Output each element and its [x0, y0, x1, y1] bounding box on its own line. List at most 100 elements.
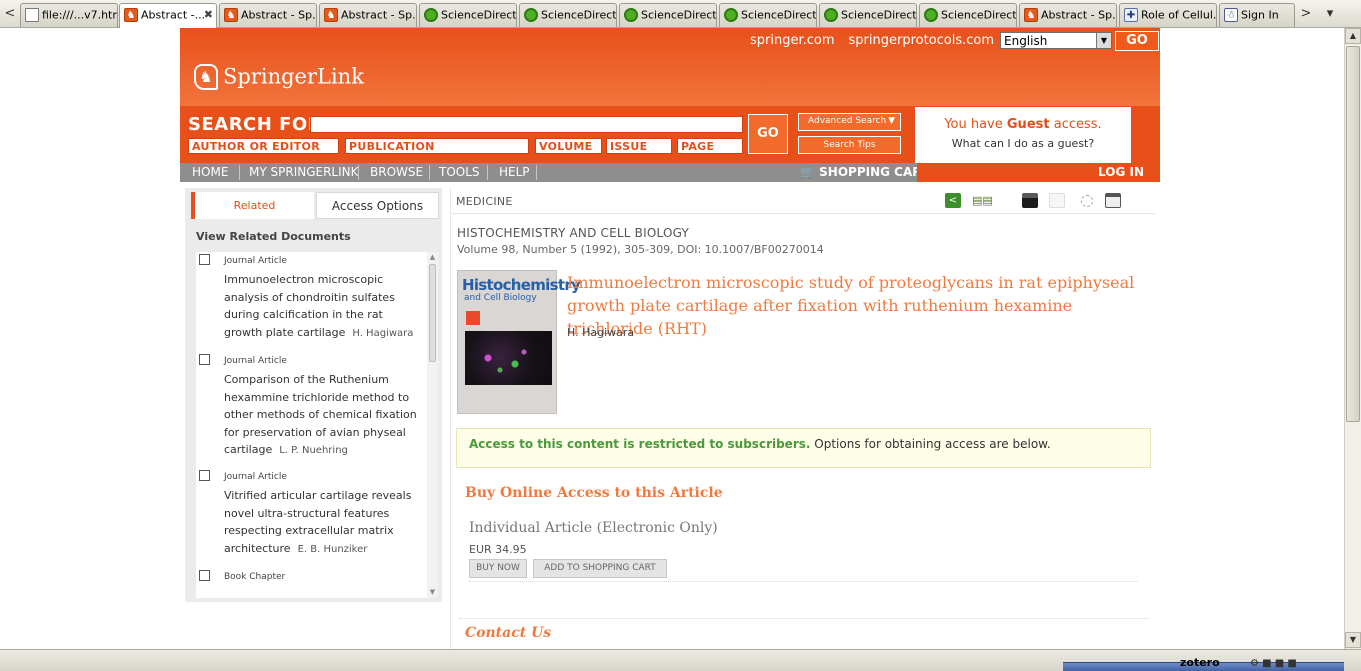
publication-field[interactable]: PUBLICATION	[345, 138, 529, 154]
tab-label: ScienceDirect...	[541, 8, 617, 22]
article-author-link[interactable]: H. Hagiwara	[567, 326, 634, 339]
scroll-up-icon[interactable]: ▲	[427, 252, 438, 263]
browser-tab-5[interactable]: ScienceDirect...	[419, 3, 517, 27]
login-button[interactable]: LOG IN	[917, 163, 1160, 182]
scroll-down-icon[interactable]: ▼	[427, 587, 438, 598]
close-tab-icon[interactable]: ✖	[204, 8, 213, 21]
section-label[interactable]: MEDICINE	[456, 195, 513, 208]
related-item-author: E. B. Hunziker	[297, 543, 368, 555]
tab-scroll-right-button[interactable]: >	[1298, 3, 1314, 25]
related-item-type: Journal Article	[224, 472, 287, 482]
springerprotocols-link[interactable]: springerprotocols.com	[849, 33, 995, 48]
tab-label: ScienceDirect...	[841, 8, 917, 22]
buy-access-heading: Buy Online Access to this Article	[465, 485, 723, 501]
related-item-type: Journal Article	[224, 256, 287, 266]
nav-divider	[487, 165, 488, 180]
related-item-link[interactable]: Immunoelectron microscopic analysis of c…	[224, 271, 420, 342]
export-citation-icon[interactable]: ▤▤	[972, 193, 1000, 208]
nav-divider	[429, 165, 430, 180]
page-field[interactable]: PAGE	[677, 138, 743, 154]
shopping-cart-link[interactable]: 🛒 SHOPPING CART	[800, 163, 929, 182]
search-tips-button[interactable]: Search Tips	[798, 136, 901, 154]
browser-tab-1[interactable]: file:///...v7.htm	[20, 3, 118, 27]
article-title: Immunoelectron microscopic study of prot…	[567, 273, 1135, 338]
contact-us-heading[interactable]: Contact Us	[465, 625, 551, 641]
chevron-down-icon: ▼	[1096, 33, 1111, 48]
tab-access-options[interactable]: Access Options	[316, 192, 439, 219]
nav-home[interactable]: HOME	[192, 163, 228, 182]
browser-tab-13[interactable]: ☃ Sign In	[1219, 3, 1295, 27]
browser-tab-10[interactable]: ScienceDirect...	[919, 3, 1017, 27]
nav-my-springerlink[interactable]: MY SPRINGERLINK	[249, 163, 359, 182]
language-select[interactable]: English ▼	[1000, 32, 1112, 49]
guest-access-box: You have Guest access. What can I do as …	[915, 107, 1131, 163]
cart-icon: 🛒	[800, 165, 815, 179]
advanced-search-button[interactable]: Advanced Search ▼	[798, 113, 901, 131]
browser-tab-12[interactable]: ✚ Role of Cellul...	[1119, 3, 1217, 27]
add-icon[interactable]	[1081, 195, 1093, 207]
search-input[interactable]	[310, 116, 743, 133]
scroll-thumb[interactable]	[1346, 46, 1360, 422]
language-go-button[interactable]: GO	[1115, 31, 1159, 51]
browser-tab-3[interactable]: ♞ Abstract - Sp...	[219, 3, 317, 27]
related-item-title: Comparison of the Ruthenium hexammine tr…	[224, 373, 417, 456]
related-item-checkbox[interactable]	[199, 470, 210, 481]
advanced-search-label: Advanced Search	[808, 116, 887, 126]
related-item-checkbox[interactable]	[199, 570, 210, 581]
springer-com-link[interactable]: springer.com	[750, 33, 835, 48]
browser-tab-11[interactable]: ♞ Abstract - Sp...	[1019, 3, 1117, 27]
nav-tools[interactable]: TOOLS	[439, 163, 480, 182]
tab-related[interactable]: Related	[191, 192, 314, 219]
related-item-checkbox[interactable]	[199, 354, 210, 365]
buy-now-button[interactable]: BUY NOW	[469, 559, 527, 578]
related-item-type: Journal Article	[224, 356, 287, 366]
tab-list-button[interactable]: ▾	[1322, 3, 1338, 25]
browser-tab-7[interactable]: ScienceDirect...	[619, 3, 717, 27]
sciencedirect-icon	[924, 8, 938, 22]
volume-field[interactable]: VOLUME	[535, 138, 602, 154]
related-item-checkbox[interactable]	[199, 254, 210, 265]
print-icon[interactable]	[1105, 193, 1121, 208]
journal-cover-image[interactable]: Histochemistry and Cell Biology	[457, 270, 581, 414]
sciencedirect-icon	[624, 8, 638, 22]
journal-name-link[interactable]: HISTOCHEMISTRY AND CELL BIOLOGY	[457, 226, 689, 240]
scroll-up-icon[interactable]: ▲	[1345, 28, 1361, 44]
springer-icon: ♞	[124, 8, 138, 22]
nav-help[interactable]: HELP	[499, 163, 530, 182]
window-scrollbar[interactable]: ▲ ▼	[1344, 28, 1361, 649]
access-options-text: Options for obtaining access are below.	[810, 437, 1051, 451]
scroll-down-icon[interactable]: ▼	[1345, 632, 1361, 648]
search-go-button[interactable]: GO	[748, 114, 788, 154]
browser-tab-6[interactable]: ScienceDirect...	[519, 3, 617, 27]
browser-tab-9[interactable]: ScienceDirect...	[819, 3, 917, 27]
related-list-scrollbar[interactable]: ▲ ▼	[427, 252, 438, 598]
related-item-author: L. P. Nuehring	[279, 445, 348, 456]
scroll-thumb[interactable]	[429, 264, 436, 362]
share-icon[interactable]: <	[945, 193, 961, 208]
guest-question-link[interactable]: What can I do as a guest?	[915, 137, 1131, 150]
nav-divider	[239, 165, 240, 180]
sciencedirect-icon	[824, 8, 838, 22]
add-to-cart-button[interactable]: ADD TO SHOPPING CART	[533, 559, 667, 578]
related-item-link[interactable]: Comparison of the Ruthenium hexammine tr…	[224, 371, 420, 460]
zotero-label[interactable]: zotero	[1180, 656, 1220, 669]
sciencedirect-icon	[424, 8, 438, 22]
related-item-type: Book Chapter	[224, 572, 286, 582]
springerlink-logo[interactable]: ♞ SpringerLink	[194, 63, 364, 90]
save-icon[interactable]	[1022, 193, 1038, 208]
site-header: springer.com springerprotocols.com Englis…	[180, 28, 1160, 106]
browser-tab-4[interactable]: ♞ Abstract - Sp...	[319, 3, 417, 27]
issue-field[interactable]: ISSUE	[606, 138, 672, 154]
rss-icon[interactable]	[1049, 193, 1065, 208]
browser-tab-2[interactable]: ♞ Abstract -... ✖	[119, 3, 217, 28]
related-documents-title: View Related Documents	[196, 230, 351, 243]
related-sidebar: Related Access Options View Related Docu…	[185, 188, 442, 602]
nav-browse[interactable]: BROWSE	[370, 163, 423, 182]
browser-tab-8[interactable]: ScienceDirect...	[719, 3, 817, 27]
tab-scroll-left-button[interactable]: <	[2, 3, 18, 25]
author-editor-field[interactable]: AUTHOR OR EDITOR	[188, 138, 339, 154]
springer-icon: ♞	[1024, 8, 1038, 22]
tab-label: Sign In	[1241, 8, 1279, 22]
cover-badge-icon	[466, 311, 480, 325]
related-item-link[interactable]: Vitrified articular cartilage reveals no…	[224, 487, 420, 558]
